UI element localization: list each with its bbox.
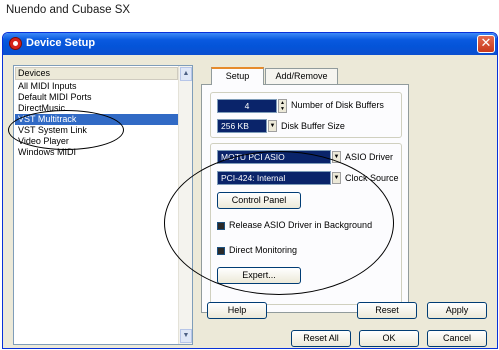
devices-header[interactable]: Devices [15,67,178,80]
disk-buffer-size-label: Disk Buffer Size [281,121,345,131]
device-item-vst-system-link[interactable]: VST System Link [15,125,178,136]
device-item-vst-multitrack[interactable]: VST Multitrack [15,114,178,125]
title-bar[interactable]: Device Setup ✕ [3,33,497,55]
ok-button[interactable]: OK [359,330,419,347]
reset-button[interactable]: Reset [357,302,417,319]
page-caption: Nuendo and Cubase SX [6,4,131,16]
tab-add-remove[interactable]: Add/Remove [265,68,338,85]
device-setup-window: Device Setup ✕ Devices All MIDI Inputs D… [2,32,498,349]
direct-monitoring-label: Direct Monitoring [229,245,298,255]
device-item-all-midi-inputs[interactable]: All MIDI Inputs [15,81,178,92]
help-button[interactable]: Help [207,302,267,319]
clock-source-label: Clock Source [345,173,399,183]
disk-buffer-size-select[interactable]: 256 KB [217,119,267,133]
expert-button[interactable]: Expert... [217,267,301,284]
window-title: Device Setup [26,37,96,49]
asio-driver-select[interactable]: MOTU PCI ASIO [217,150,331,164]
direct-monitoring-checkbox[interactable] [217,247,225,255]
tab-setup[interactable]: Setup [211,67,264,85]
cancel-button[interactable]: Cancel [427,330,487,347]
disk-buffers-label: Number of Disk Buffers [291,100,384,110]
device-item-windows-midi[interactable]: Windows MIDI [15,147,178,158]
app-icon [9,37,22,50]
devices-scrollbar[interactable]: ▲ ▼ [178,66,192,344]
device-list: All MIDI Inputs Default MIDI Ports Direc… [15,81,178,158]
device-item-directmusic[interactable]: DirectMusic [15,103,178,114]
disk-buffer-size-dropdown-icon[interactable]: ▼ [268,120,277,132]
scroll-up-arrow-icon[interactable]: ▲ [180,67,192,81]
setup-tab-panel: 4 ▲ ▼ Number of Disk Buffers 256 KB ▼ Dis… [201,84,409,313]
control-panel-button[interactable]: Control Panel [217,192,301,209]
release-asio-label: Release ASIO Driver in Background [229,220,373,230]
close-button[interactable]: ✕ [477,35,495,53]
device-item-video-player[interactable]: Video Player [15,136,178,147]
apply-button[interactable]: Apply [427,302,487,319]
clock-source-dropdown-icon[interactable]: ▼ [332,172,341,184]
asio-settings-group: MOTU PCI ASIO ▼ ASIO Driver PCI-424: Int… [210,143,402,305]
device-item-default-midi-ports[interactable]: Default MIDI Ports [15,92,178,103]
clock-source-select[interactable]: PCI-424: Internal [217,171,331,185]
release-asio-checkbox[interactable] [217,222,225,230]
scroll-down-arrow-icon[interactable]: ▼ [180,329,192,343]
devices-list-panel: Devices All MIDI Inputs Default MIDI Por… [13,65,193,345]
asio-driver-label: ASIO Driver [345,152,394,162]
reset-all-button[interactable]: Reset All [291,330,351,347]
disk-buffers-spinner-icon[interactable]: ▲ ▼ [278,99,287,113]
asio-driver-dropdown-icon[interactable]: ▼ [332,151,341,163]
disk-buffers-group: 4 ▲ ▼ Number of Disk Buffers 256 KB ▼ Dis… [210,92,402,138]
disk-buffers-field[interactable]: 4 [217,99,277,113]
